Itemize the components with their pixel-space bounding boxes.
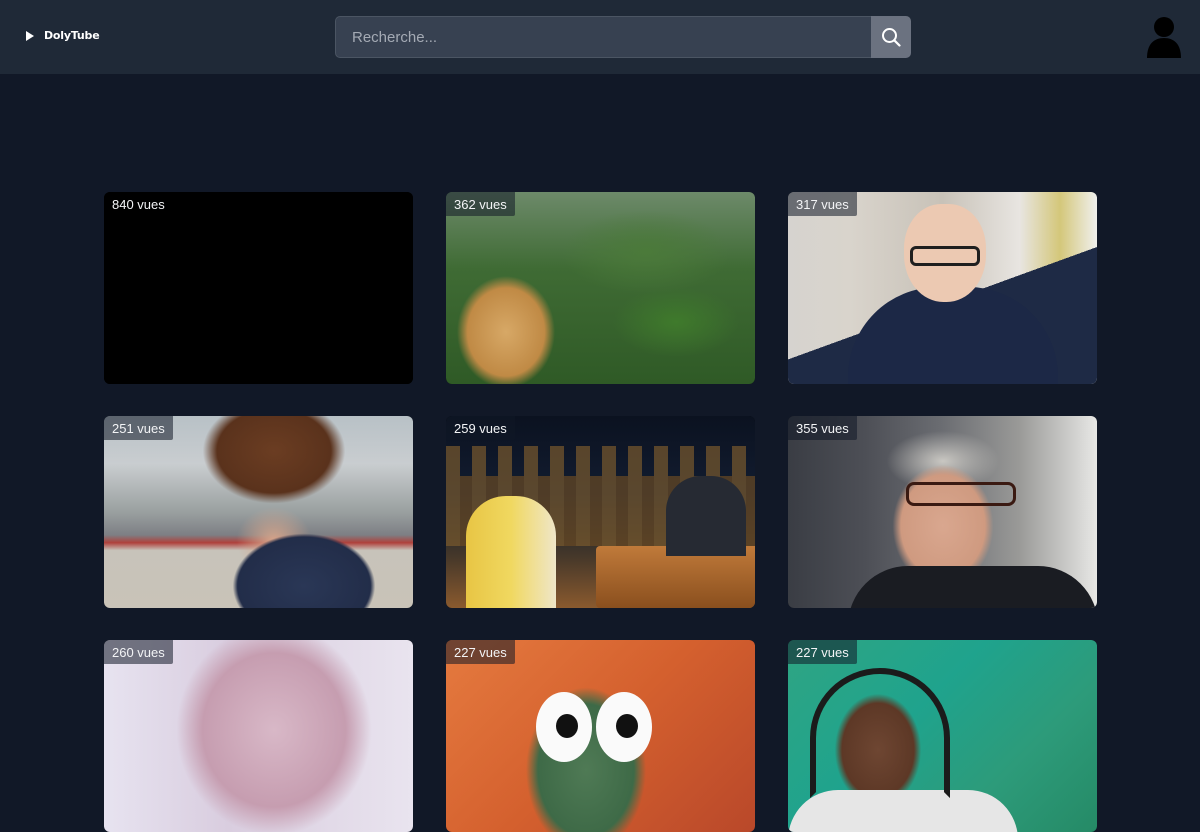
- video-grid: 840 vues 362 vues 317 vues 251 vues 259 …: [104, 192, 1097, 832]
- video-thumbnail: [446, 640, 755, 832]
- video-card[interactable]: 259 vues: [446, 416, 755, 608]
- video-card[interactable]: 251 vues: [104, 416, 413, 608]
- search-bar: [335, 16, 911, 58]
- video-thumbnail: [446, 192, 755, 384]
- video-card[interactable]: 362 vues: [446, 192, 755, 384]
- video-thumbnail: [104, 416, 413, 608]
- video-thumbnail: [104, 640, 413, 832]
- video-card[interactable]: 260 vues: [104, 640, 413, 832]
- video-card[interactable]: 840 vues: [104, 192, 413, 384]
- view-count: 362 vues: [446, 192, 515, 216]
- video-thumbnail: [788, 640, 1097, 832]
- view-count: 251 vues: [104, 416, 173, 440]
- view-count: 840 vues: [112, 197, 165, 212]
- video-thumbnail: [446, 416, 755, 608]
- play-icon: [26, 30, 34, 41]
- search-icon: [882, 28, 901, 47]
- video-card[interactable]: 317 vues: [788, 192, 1097, 384]
- search-button[interactable]: [871, 16, 911, 58]
- logo-link[interactable]: DolyTube: [26, 29, 100, 42]
- video-card[interactable]: 355 vues: [788, 416, 1097, 608]
- video-card[interactable]: 227 vues: [788, 640, 1097, 832]
- top-bar: DolyTube: [0, 0, 1200, 74]
- user-avatar-icon: [1147, 17, 1181, 58]
- view-count: 355 vues: [788, 416, 857, 440]
- user-avatar-button[interactable]: [1145, 16, 1183, 58]
- video-card[interactable]: 227 vues: [446, 640, 755, 832]
- view-count: 260 vues: [104, 640, 173, 664]
- video-thumbnail: [788, 416, 1097, 608]
- view-count: 317 vues: [788, 192, 857, 216]
- view-count: 227 vues: [788, 640, 857, 664]
- search-input[interactable]: [335, 16, 871, 58]
- view-count: 227 vues: [446, 640, 515, 664]
- view-count: 259 vues: [446, 416, 515, 440]
- video-thumbnail: [788, 192, 1097, 384]
- video-thumbnail: [104, 192, 413, 384]
- app-name: DolyTube: [44, 29, 100, 42]
